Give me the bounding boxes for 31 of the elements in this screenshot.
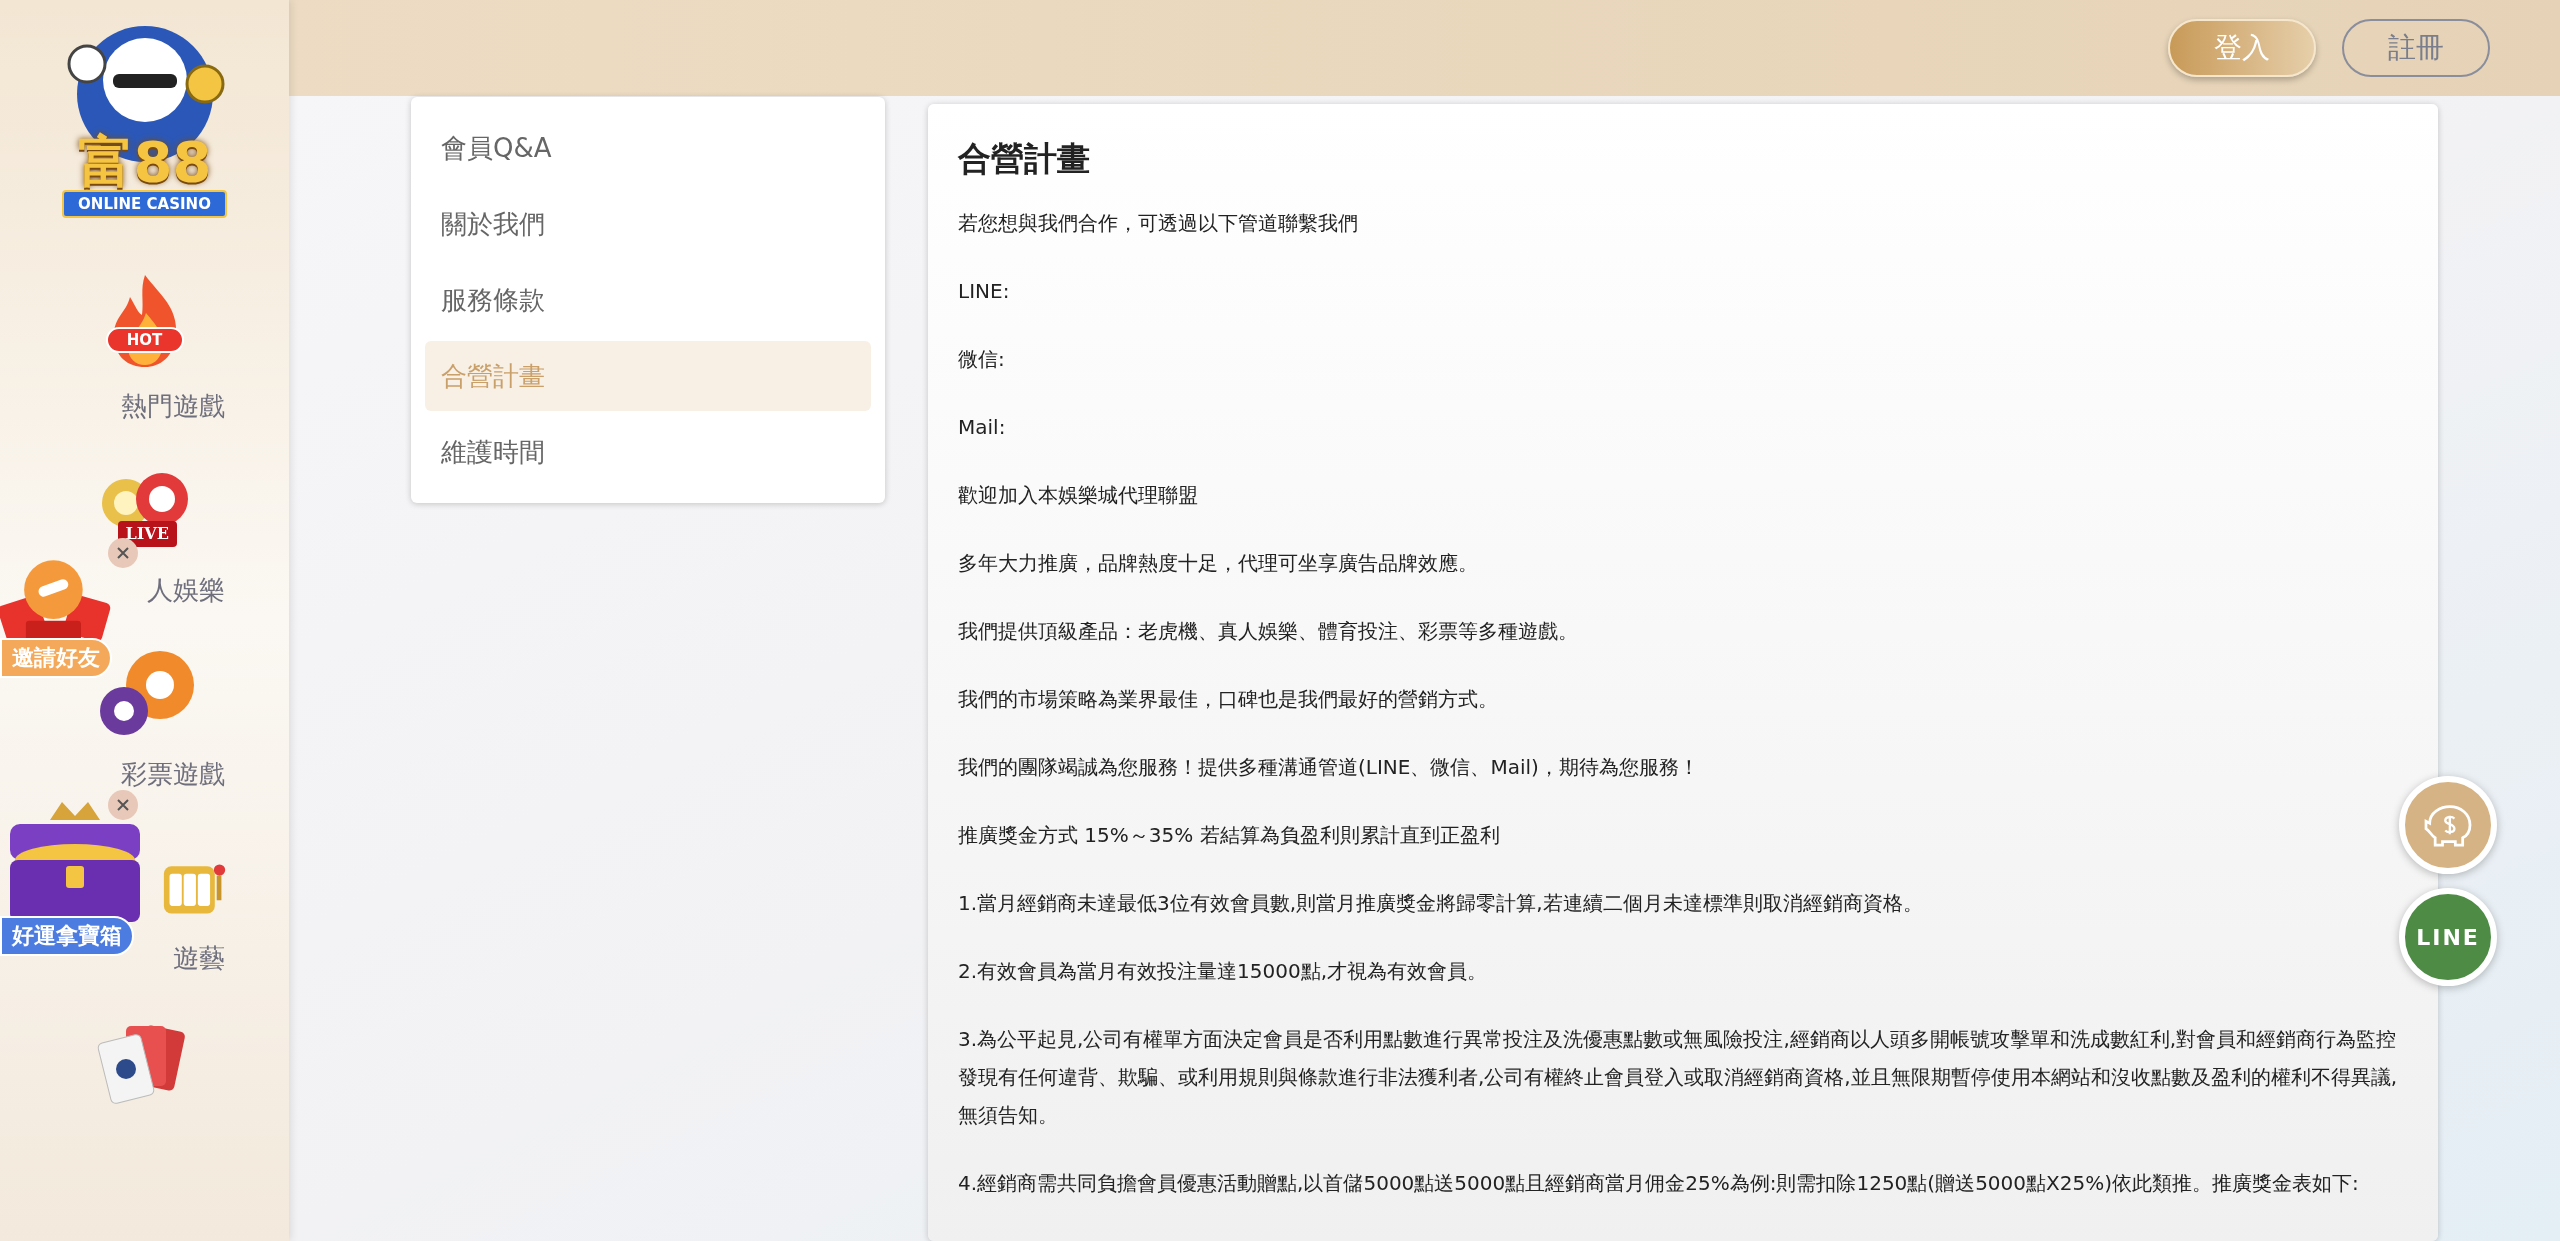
logo-ribbon: ONLINE CASINO bbox=[62, 190, 227, 218]
hot-badge: HOT bbox=[105, 327, 184, 353]
article-paragraph: 歡迎加入本娛樂城代理聯盟 bbox=[958, 481, 1199, 509]
article-paragraph: 若您想與我們合作，可透過以下管道聯繫我們 bbox=[958, 209, 1359, 237]
close-button[interactable] bbox=[108, 790, 138, 820]
article-paragraph: 2.有效會員為當月有效投注量達15000點,才視為有效會員。 bbox=[958, 957, 1489, 985]
article-title: 合營計畫 bbox=[958, 138, 1091, 180]
close-icon bbox=[115, 545, 131, 561]
register-button[interactable]: 註冊 bbox=[2342, 19, 2490, 77]
sidebar-item-label[interactable]: 遊藝 bbox=[172, 939, 245, 978]
article-paragraph: 微信: bbox=[958, 345, 1006, 373]
promo-label[interactable]: 好運拿寶箱 bbox=[0, 916, 134, 956]
article-paragraph: 3.為公平起見,公司有權單方面決定會員是否利用點數進行異常投注及洗優惠點數或無風險投注,經銷商以人頭多開帳號攻擊單和洗成數紅利,對會員和經銷商行為監控發現有任何違背、欺騙、或利用規則與條款進行非法獲利者,公司有權終止會員登入或取消經銷商資格,並且無限期暫停使用本網站和沒收點數及盈利的權利不得異議,無須告知。 bbox=[958, 1025, 2398, 1129]
article-paragraph: Mail: bbox=[958, 413, 1007, 441]
article-paragraph: 多年大力推廣，品牌熱度十足，代理可坐享廣告品牌效應。 bbox=[958, 549, 1479, 577]
sidebar-item-label[interactable]: 熱門遊戲 bbox=[120, 387, 245, 426]
close-icon bbox=[115, 797, 131, 813]
menu-item[interactable]: 服務條款 bbox=[425, 265, 871, 335]
close-button[interactable] bbox=[108, 538, 138, 568]
article-paragraph: 我們的市場策略為業界最佳，口碑也是我們最好的營銷方式。 bbox=[958, 685, 1499, 713]
sidebar-item-label[interactable]: 人娛樂 bbox=[146, 571, 245, 610]
sidebar-item-label[interactable]: 彩票遊戲 bbox=[120, 755, 245, 794]
article-paragraph: LINE: bbox=[958, 277, 1011, 305]
article-paragraph: 我們提供頂級產品：老虎機、真人娛樂、體育投注、彩票等多種遊戲。 bbox=[958, 617, 1579, 645]
article-paragraph: 4.經銷商需共同負擔會員優惠活動贈點,以首儲5000點送5000點且經銷商當月佣金25%為例:則需扣除1250點(贈送5000點X25%)依此類推。推廣獎金表如下: bbox=[958, 1169, 2360, 1197]
menu-item[interactable]: 維護時間 bbox=[425, 417, 871, 487]
article-paragraph: 推廣獎金方式 15%～35% 若結算為負盈利則累計直到正盈利 bbox=[958, 821, 1501, 849]
article-paragraph: 1.當月經銷商未達最低3位有效會員數,則當月推廣獎金將歸零計算,若連續二個月未達標準則取消經銷商資格。 bbox=[958, 889, 1924, 917]
menu-item[interactable]: 關於我們 bbox=[425, 189, 871, 259]
menu-item[interactable]: 會員Q&A bbox=[425, 113, 871, 183]
article-paragraph: 我們的團隊竭誠為您服務！提供多種溝通管道(LINE、微信、Mail)，期待為您服務！ bbox=[958, 753, 1700, 781]
